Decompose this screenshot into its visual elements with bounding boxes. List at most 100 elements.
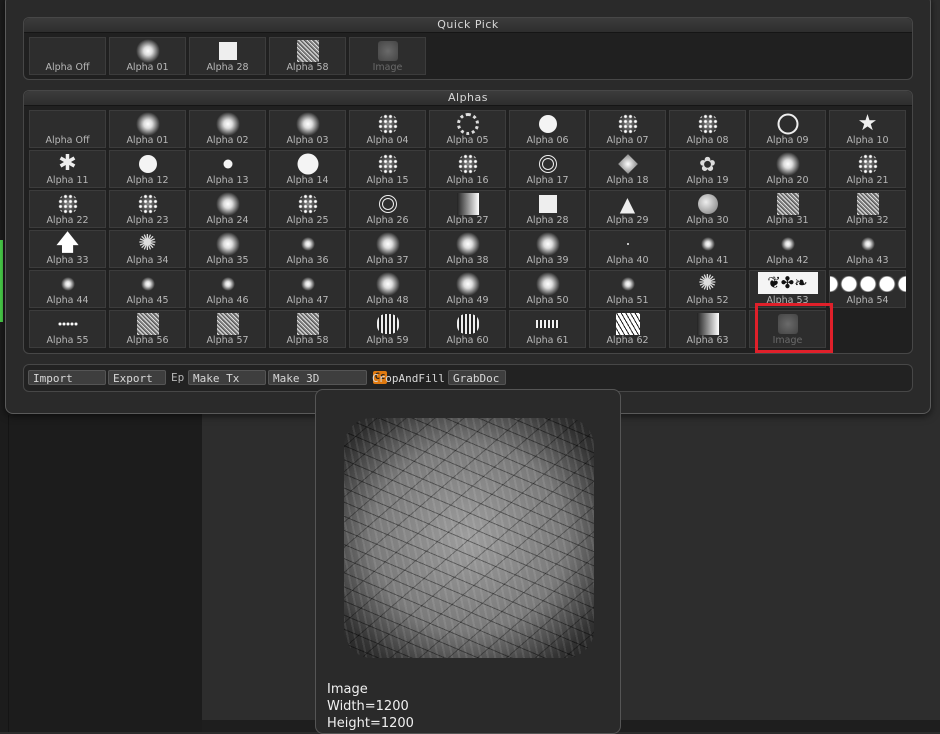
soft-brush-icon [135,112,160,136]
crop-and-fill-button[interactable]: CropAndFill [367,370,447,385]
alpha-cell[interactable]: Alpha 62 [589,310,666,348]
alpha-cell[interactable]: Alpha 60 [429,310,506,348]
alpha-cell[interactable]: Alpha 02 [189,110,266,148]
quick-pick-cell[interactable]: Alpha Off [29,37,106,75]
noise-icon [296,40,319,62]
alpha-cell[interactable]: Alpha 22 [29,190,106,228]
alpha-cell[interactable]: Alpha 59 [349,310,426,348]
soft-brush-icon [775,152,800,176]
alpha-cell[interactable]: Alpha 17 [509,150,586,188]
alpha-cell[interactable]: Alpha 08 [669,110,746,148]
alpha-cell[interactable]: Alpha 51 [589,270,666,308]
alpha-cell[interactable]: Alpha 16 [429,150,506,188]
alpha-cell[interactable]: Alpha 09 [749,110,826,148]
alpha-cell[interactable]: Alpha 45 [109,270,186,308]
alpha-cell[interactable]: Alpha 50 [509,270,586,308]
alpha-cell[interactable]: ❦✤❧ Alpha 53 [749,270,826,308]
make-3d-button[interactable]: Make 3D [268,370,367,385]
alpha-cell[interactable]: Alpha 07 [589,110,666,148]
alpha-cell[interactable]: Alpha 54 [829,270,906,308]
alpha-cell[interactable]: Alpha 39 [509,230,586,268]
alpha-label: Alpha 33 [46,255,89,266]
alpha-cell[interactable]: Alpha 04 [349,110,426,148]
alpha-cell[interactable]: Alpha 26 [349,190,426,228]
alpha-cell[interactable]: ▲ Alpha 29 [589,190,666,228]
alpha-label: Alpha 62 [606,335,649,346]
export-button[interactable]: Export [108,370,166,385]
import-button[interactable]: Import [28,370,106,385]
grab-doc-button[interactable]: GrabDoc [448,370,506,385]
alpha-cell[interactable]: Alpha 20 [749,150,826,188]
alpha-cell[interactable]: Alpha 30 [669,190,746,228]
alpha-cell[interactable]: Alpha 23 [109,190,186,228]
alpha-cell[interactable]: Alpha 15 [349,150,426,188]
alpha-cell[interactable]: Alpha Off [29,110,106,148]
quick-pick-cell[interactable]: Image [349,37,426,75]
quick-pick-cell[interactable]: Alpha 28 [189,37,266,75]
preview-name: Image [327,682,368,697]
alpha-cell[interactable]: Alpha 12 [109,150,186,188]
make-tx-button[interactable]: Make Tx [188,370,266,385]
alpha-cell[interactable]: Alpha 43 [829,230,906,268]
alpha-cell[interactable]: Alpha 42 [749,230,826,268]
quick-pick-label: Alpha 58 [286,62,329,73]
quick-pick-cell[interactable]: Alpha 01 [109,37,186,75]
alpha-cell[interactable]: Alpha 32 [829,190,906,228]
alpha-label: Alpha 43 [846,255,889,266]
alpha-cell[interactable]: Alpha 14 [269,150,346,188]
alpha-cell[interactable]: Alpha 05 [429,110,506,148]
alpha-cell[interactable]: Alpha 48 [349,270,426,308]
alpha-cell[interactable]: 🡅 Alpha 33 [29,230,106,268]
ep-button[interactable]: Ep [171,370,184,385]
alpha-label: Alpha 05 [446,135,489,146]
alpha-cell[interactable]: Alpha 41 [669,230,746,268]
alpha-cell[interactable]: Alpha 46 [189,270,266,308]
alpha-cell[interactable]: Alpha 35 [189,230,266,268]
alpha-cell[interactable]: Alpha 58 [269,310,346,348]
alpha-cell[interactable]: Alpha 27 [429,190,506,228]
alpha-label: Alpha 14 [286,175,329,186]
soft-brush-icon [375,272,400,296]
alpha-label: Alpha 56 [126,335,169,346]
alpha-cell[interactable]: Image [749,310,826,348]
alpha-label: Alpha 19 [686,175,729,186]
arrow-up-icon: 🡅 [56,231,79,256]
ring-icon [777,113,798,135]
alpha-cell[interactable]: Alpha 24 [189,190,266,228]
alpha-label: Alpha 36 [286,255,329,266]
alpha-label: Alpha 46 [206,295,249,306]
alphas-title: Alphas [24,91,912,106]
alpha-cell[interactable]: ✱ Alpha 11 [29,150,106,188]
quick-pick-label: Alpha 28 [206,62,249,73]
alpha-label: Alpha 07 [606,135,649,146]
alpha-cell[interactable]: Alpha 28 [509,190,586,228]
alpha-cell[interactable]: Alpha 57 [189,310,266,348]
alpha-cell[interactable]: Alpha 25 [269,190,346,228]
alpha-cell[interactable]: Alpha 31 [749,190,826,228]
alpha-cell[interactable]: Alpha 56 [109,310,186,348]
alpha-cell[interactable]: Alpha 61 [509,310,586,348]
alpha-cell[interactable]: Alpha 55 [29,310,106,348]
alpha-cell[interactable]: ✺ Alpha 34 [109,230,186,268]
alpha-cell[interactable]: Alpha 21 [829,150,906,188]
quick-pick-cell[interactable]: Alpha 58 [269,37,346,75]
alpha-cell[interactable]: ★ Alpha 10 [829,110,906,148]
alpha-cell[interactable]: Alpha 36 [269,230,346,268]
alpha-cell[interactable]: Alpha 38 [429,230,506,268]
alpha-cell[interactable]: Alpha 49 [429,270,506,308]
alpha-cell[interactable]: Alpha 40 [589,230,666,268]
alpha-cell[interactable]: Alpha 63 [669,310,746,348]
alpha-cell[interactable]: Alpha 18 [589,150,666,188]
alpha-cell[interactable]: Alpha 03 [269,110,346,148]
alpha-cell[interactable]: Alpha 01 [109,110,186,148]
alpha-cell[interactable]: Alpha 06 [509,110,586,148]
alpha-cell[interactable]: Alpha 13 [189,150,266,188]
noise-icon [216,313,239,335]
alpha-label: Alpha 03 [286,135,329,146]
alpha-cell[interactable]: ✿ Alpha 19 [669,150,746,188]
alpha-label: Alpha 54 [846,295,889,306]
alpha-cell[interactable]: ✺ Alpha 52 [669,270,746,308]
alpha-cell[interactable]: Alpha 37 [349,230,426,268]
alpha-cell[interactable]: Alpha 44 [29,270,106,308]
alpha-cell[interactable]: Alpha 47 [269,270,346,308]
